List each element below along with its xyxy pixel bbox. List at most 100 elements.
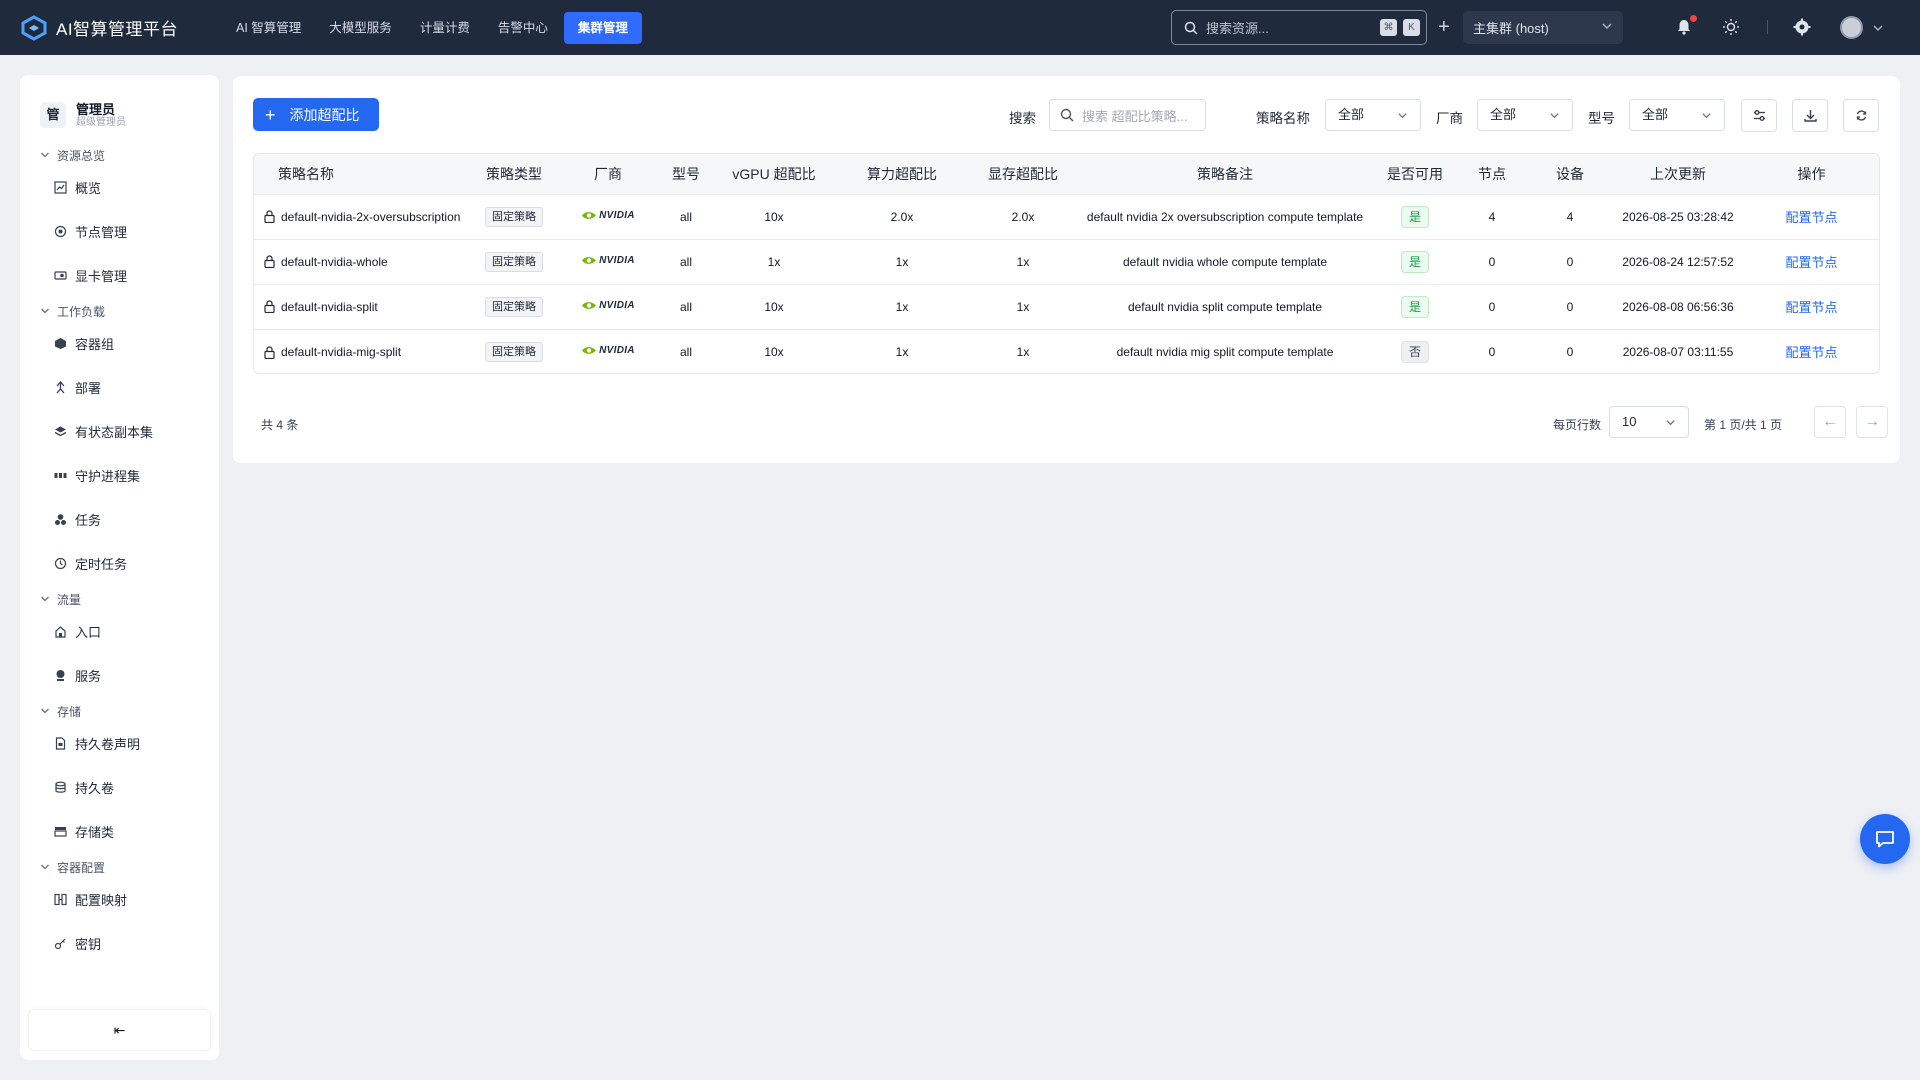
configmap-icon <box>53 892 67 906</box>
sidebar-item-services[interactable]: 服务 <box>20 653 219 697</box>
compute-ratio-cell: 1x <box>895 299 909 314</box>
configure-nodes-link[interactable]: 配置节点 <box>1785 345 1837 360</box>
table-row[interactable]: default-nvidia-2x-oversubscription 固定策略 … <box>254 194 1879 239</box>
chat-button[interactable] <box>1860 814 1910 864</box>
nav-ai-compute[interactable]: AI 智算管理 <box>222 12 315 44</box>
nvidia-eye-icon <box>582 301 597 309</box>
sidebar-item-cronjobs[interactable]: 定时任务 <box>20 541 219 585</box>
vgpu-ratio-cell: 10x <box>764 344 784 359</box>
prev-page-button[interactable]: ← <box>1814 406 1846 438</box>
add-oversubscription-label: 添加超配比 <box>289 106 360 123</box>
updated-cell: 2026-08-25 03:28:42 <box>1622 209 1734 224</box>
sidebar-item-nodes[interactable]: 节点管理 <box>20 209 219 253</box>
configure-nodes-link[interactable]: 配置节点 <box>1785 255 1837 270</box>
vendor-name: NVIDIA <box>599 299 635 311</box>
user-profile[interactable]: 管 管理员 超级管理员 <box>20 75 219 133</box>
sidebar-item-deployments[interactable]: 部署 <box>20 365 219 409</box>
column-header-updated[interactable]: 上次更新 <box>1614 154 1742 194</box>
column-header-devices[interactable]: 设备 <box>1526 154 1614 194</box>
collapse-sidebar-button[interactable]: ⇤ <box>29 1010 210 1050</box>
column-header-vendor[interactable]: 厂商 <box>556 154 660 194</box>
sidebar-group-storage[interactable]: 存储 <box>20 701 219 721</box>
page-size-select[interactable]: 10 <box>1609 406 1689 438</box>
app-logo[interactable]: AI智算管理平台 <box>20 14 208 42</box>
sidebar-item-jobs[interactable]: 任务 <box>20 497 219 541</box>
sidebar-item-secrets[interactable]: 密钥 <box>20 921 219 965</box>
memory-ratio-cell: 1x <box>1016 299 1030 314</box>
sidebar-item-pv[interactable]: 持久卷 <box>20 765 219 809</box>
sidebar-group-traffic[interactable]: 流量 <box>20 589 219 609</box>
configure-nodes-link[interactable]: 配置节点 <box>1785 210 1837 225</box>
sidebar-item-pvc[interactable]: 持久卷声明 <box>20 721 219 765</box>
policy-name: default-nvidia-2x-oversubscription <box>281 209 461 224</box>
column-header-available[interactable]: 是否可用 <box>1372 154 1458 194</box>
sidebar-group-label: 工作负载 <box>57 304 106 319</box>
filter-name-value: 全部 <box>1338 107 1365 122</box>
add-icon[interactable]: + <box>1438 15 1450 39</box>
column-header-model[interactable]: 型号 <box>660 154 712 194</box>
next-page-button[interactable]: → <box>1856 406 1888 438</box>
sidebar-group-container-config[interactable]: 容器配置 <box>20 857 219 877</box>
sidebar-item-daemonsets[interactable]: 守护进程集 <box>20 453 219 497</box>
chevron-down-icon <box>1602 23 1612 30</box>
nav-cluster-management[interactable]: 集群管理 <box>563 11 642 44</box>
policy-search-input[interactable]: 搜索 超配比策略... <box>1049 99 1206 131</box>
column-header-nodes[interactable]: 节点 <box>1458 154 1526 194</box>
column-header-policy-type[interactable]: 策略类型 <box>472 154 556 194</box>
global-search[interactable]: 搜索资源... ⌘ K <box>1171 10 1427 45</box>
page-size-value: 10 <box>1622 414 1637 429</box>
table-row[interactable]: default-nvidia-whole 固定策略 NVIDIA all 1x … <box>254 239 1879 284</box>
gear-icon[interactable] <box>1792 17 1812 37</box>
sidebar-item-overview[interactable]: 概览 <box>20 165 219 209</box>
vendor-name: NVIDIA <box>599 209 635 221</box>
filter-model-select[interactable]: 全部 <box>1629 99 1725 131</box>
vendor-cell: NVIDIA <box>556 284 660 329</box>
collapse-icon: ⇤ <box>113 1021 126 1038</box>
sidebar-item-statefulsets[interactable]: 有状态副本集 <box>20 409 219 453</box>
nav-alerts[interactable]: 告警中心 <box>484 12 562 44</box>
nav-llm-service[interactable]: 大模型服务 <box>315 12 406 44</box>
column-header-policy-name[interactable]: 策略名称 <box>254 154 472 194</box>
available-badge: 是 <box>1401 295 1429 318</box>
note-cell: default nvidia 2x oversubscription compu… <box>1086 209 1364 224</box>
nodes-cell: 0 <box>1488 344 1496 359</box>
user-avatar[interactable] <box>1840 16 1863 39</box>
column-header-vgpu-ratio[interactable]: vGPU 超配比 <box>712 154 836 194</box>
configure-nodes-link[interactable]: 配置节点 <box>1785 300 1837 315</box>
column-header-memory-ratio[interactable]: 显存超配比 <box>968 154 1078 194</box>
nav-billing[interactable]: 计量计费 <box>406 12 484 44</box>
policy-name-cell: default-nvidia-2x-oversubscription <box>254 194 472 239</box>
column-settings-button[interactable] <box>1741 99 1777 132</box>
layers-icon <box>53 424 67 438</box>
chevron-down-icon[interactable] <box>1872 22 1884 34</box>
page-info: 第 1 页/共 1 页 <box>1704 418 1783 432</box>
sidebar-item-pods[interactable]: 容器组 <box>20 321 219 365</box>
key-icon <box>53 936 67 950</box>
refresh-button[interactable] <box>1843 99 1879 132</box>
action-cell: 配置节点 <box>1742 284 1879 329</box>
sidebar-item-ingress[interactable]: 入口 <box>20 609 219 653</box>
download-button[interactable] <box>1792 99 1828 132</box>
filter-vendor-select[interactable]: 全部 <box>1477 99 1573 131</box>
table-row[interactable]: default-nvidia-split 固定策略 NVIDIA all 10x… <box>254 284 1879 329</box>
table-row[interactable]: default-nvidia-mig-split 固定策略 NVIDIA all… <box>254 329 1879 373</box>
sun-icon[interactable] <box>1721 17 1741 37</box>
chevron-down-icon <box>1398 113 1407 119</box>
note-cell: default nvidia mig split compute templat… <box>1116 344 1334 359</box>
sidebar-item-gpu[interactable]: 显卡管理 <box>20 253 219 297</box>
sidebar-group-resource-overview[interactable]: 资源总览 <box>20 145 219 165</box>
sidebar-item-label: 存储类 <box>75 824 115 840</box>
filter-name-label: 策略名称 <box>1256 111 1310 126</box>
add-oversubscription-button[interactable]: + 添加超配比 <box>253 98 379 131</box>
chevron-down-icon <box>41 308 49 314</box>
updated-cell: 2026-08-08 06:56:36 <box>1622 299 1734 314</box>
task-icon <box>53 512 67 526</box>
filter-name-select[interactable]: 全部 <box>1325 99 1421 131</box>
column-header-compute-ratio[interactable]: 算力超配比 <box>836 154 968 194</box>
sidebar-item-storage-classes[interactable]: 存储类 <box>20 809 219 853</box>
column-header-note[interactable]: 策略备注 <box>1078 154 1372 194</box>
sidebar-item-configmaps[interactable]: 配置映射 <box>20 877 219 921</box>
sidebar-item-label: 节点管理 <box>75 224 128 240</box>
cluster-selector[interactable]: 主集群 (host) <box>1463 11 1623 44</box>
sidebar-group-workloads[interactable]: 工作负载 <box>20 301 219 321</box>
